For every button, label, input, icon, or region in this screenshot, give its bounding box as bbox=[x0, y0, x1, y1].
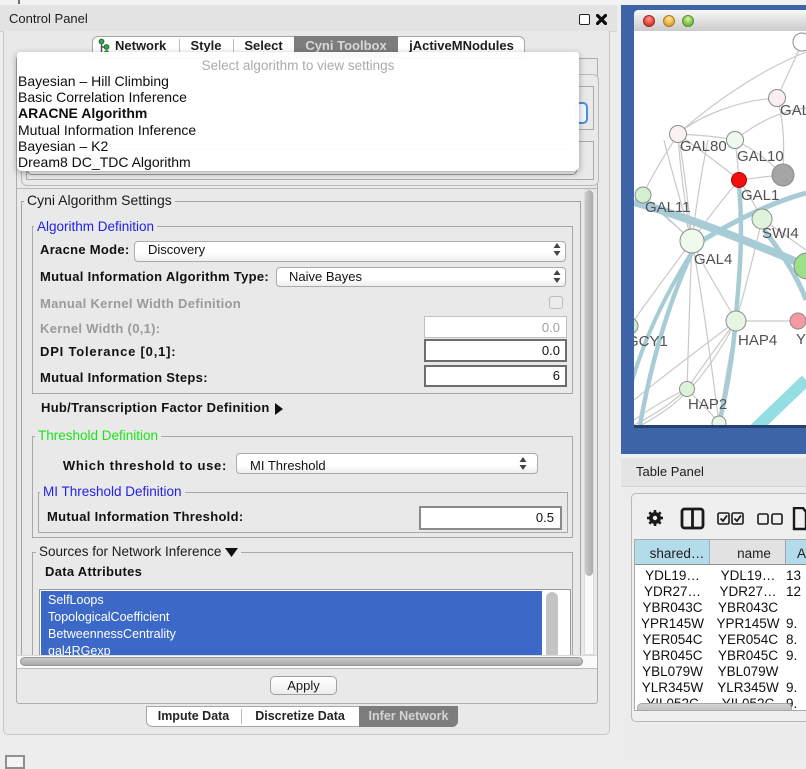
svg-text:Y: Y bbox=[796, 331, 806, 348]
svg-text:GAL80: GAL80 bbox=[680, 138, 727, 155]
svg-text:GAL11: GAL11 bbox=[645, 199, 691, 216]
svg-text:HAP4: HAP4 bbox=[738, 332, 777, 349]
svg-text:GAL7: GAL7 bbox=[780, 102, 806, 119]
svg-text:GAL1: GAL1 bbox=[741, 187, 779, 204]
svg-text:GCY1: GCY1 bbox=[634, 333, 668, 350]
svg-text:SWI4: SWI4 bbox=[762, 225, 799, 242]
svg-text:GAL10: GAL10 bbox=[737, 148, 784, 165]
svg-text:GAL4: GAL4 bbox=[694, 251, 732, 268]
svg-text:HAP2: HAP2 bbox=[688, 396, 727, 413]
